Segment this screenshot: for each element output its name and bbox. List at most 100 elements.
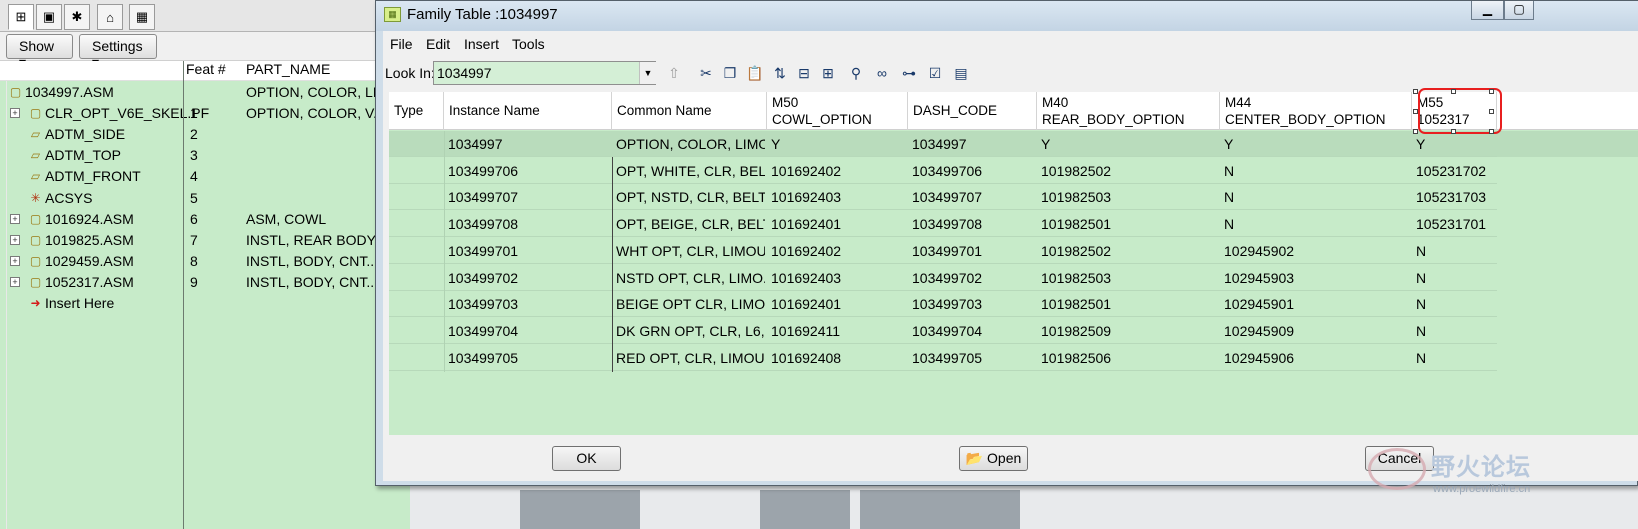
table-cell[interactable]: 101982502 [1041,243,1218,259]
table-cell[interactable]: 103499701 [912,243,1035,259]
resize-handle[interactable] [1489,129,1494,134]
table-cell[interactable]: DK GRN OPT, CLR, L6, ... [616,323,765,339]
table-cell[interactable]: 101692408 [771,350,906,366]
column-header[interactable]: DASH_CODE [908,92,1037,130]
resize-handle[interactable] [1451,89,1456,94]
tree-row[interactable]: + ▢ 1052317.ASM 9 INSTL, BODY, CNT... [0,272,410,293]
chevron-down-icon[interactable]: ▼ [639,62,656,84]
ok-button[interactable]: OK [552,446,621,471]
table-cell[interactable]: N [1416,323,1495,339]
lookin-input[interactable] [433,61,656,85]
table-row[interactable]: 103499708 OPT, BEIGE, CLR, BELT, ... 10169… [389,211,1497,238]
column-header[interactable]: Common Name [612,92,767,130]
table-cell[interactable]: 105231703 [1416,189,1495,205]
table-row[interactable]: 103499704 DK GRN OPT, CLR, L6, ... 1016924… [389,318,1497,344]
copy-icon[interactable]: ❐ [719,63,741,83]
dialog-titlebar[interactable]: ▦ Family Table :1034997 ▁ ▢ [376,1,1638,31]
table-cell[interactable]: NSTD OPT, CLR, LIMO... [616,270,765,286]
table-cell[interactable]: BEIGE OPT CLR, LIMOU... [616,296,765,312]
up-level-icon[interactable]: ⇧ [663,63,685,83]
tree-row[interactable]: ➜ Insert Here [0,293,410,314]
table-cell[interactable]: 103499705 [448,350,610,366]
table-cell[interactable]: 103499706 [912,163,1035,179]
table-cell[interactable]: 101692401 [771,296,906,312]
table-cell[interactable]: 103499704 [448,323,610,339]
expand-icon[interactable]: + [10,276,20,287]
table-row[interactable]: 103499707 OPT, NSTD, CLR, BELT, ... 101692… [389,184,1497,211]
expand-icon[interactable]: + [10,108,20,119]
connections-icon[interactable]: ⌂ [97,4,123,30]
table-cell[interactable]: 103499702 [448,270,610,286]
table-cell[interactable]: OPTION, COLOR, LIMO... [616,136,765,152]
table-cell[interactable]: OPT, BEIGE, CLR, BELT, ... [616,216,765,232]
table-cell[interactable]: N [1416,243,1495,259]
table-cell[interactable]: N [1224,216,1410,232]
tree-row[interactable]: ▱ ADTM_FRONT 4 [0,166,410,187]
tree-row[interactable]: + ▢ CLR_OPT_V6E_SKEL.PF 1 OPTION, COLOR, V..… [0,103,410,124]
table-cell[interactable]: 1034997 [448,136,610,152]
insert-instance-icon[interactable]: ⊟ [793,63,815,83]
table-cell[interactable]: 101982501 [1041,296,1218,312]
table-cell[interactable]: 102945906 [1224,350,1410,366]
cut-icon[interactable]: ✂ [695,63,717,83]
edit-table-icon[interactable]: ▤ [950,63,972,83]
part-name-header[interactable]: PART_NAME [246,61,330,77]
table-cell[interactable]: 101692403 [771,270,906,286]
find-icon[interactable]: ⚲ [845,63,867,83]
table-row[interactable]: 1034997 OPTION, COLOR, LIMO... Y 1034997 Y Y Y [389,131,1497,157]
table-cell[interactable]: 1034997 [912,136,1035,152]
table-cell[interactable]: 102945903 [1224,270,1410,286]
table-cell[interactable]: 101692401 [771,216,906,232]
tree-row[interactable]: + ▢ 1029459.ASM 8 INSTL, BODY, CNT... [0,251,410,272]
maximize-button[interactable]: ▢ [1504,1,1534,20]
table-cell[interactable]: OPT, WHITE, CLR, BELT, ... [616,163,765,179]
table-cell[interactable]: 101692411 [771,323,906,339]
layer-icon[interactable]: ▦ [129,4,155,30]
table-cell[interactable]: N [1416,350,1495,366]
paste-icon[interactable]: 📋 [744,63,766,83]
table-cell[interactable]: N [1416,296,1495,312]
table-cell[interactable]: 101982503 [1041,270,1218,286]
table-cell[interactable]: N [1224,163,1410,179]
table-cell[interactable]: 103499705 [912,350,1035,366]
model-tree-icon[interactable]: ⊞ [8,4,34,30]
settings-menu-button[interactable]: Settings ▾ [79,34,157,70]
table-cell[interactable]: N [1224,189,1410,205]
tree-row[interactable]: ▱ ADTM_SIDE 2 [0,124,410,145]
table-cell[interactable]: 101982502 [1041,163,1218,179]
table-cell[interactable]: 101982501 [1041,216,1218,232]
minimize-button[interactable]: ▁ [1471,1,1504,20]
table-cell[interactable]: 102945909 [1224,323,1410,339]
table-cell[interactable]: 103499708 [912,216,1035,232]
folder-browser-icon[interactable]: ▣ [36,4,62,30]
expand-icon[interactable]: + [10,234,20,245]
table-cell[interactable]: 102945901 [1224,296,1410,312]
table-cell[interactable]: 101692402 [771,163,906,179]
table-row[interactable]: 103499706 OPT, WHITE, CLR, BELT, ... 10169… [389,158,1497,184]
verify-icon[interactable]: ☑ [924,63,946,83]
menu-tools[interactable]: Tools [512,36,545,52]
table-cell[interactable]: 103499703 [912,296,1035,312]
table-cell[interactable]: 103499702 [912,270,1035,286]
table-cell[interactable]: RED OPT, CLR, LIMOUS... [616,350,765,366]
table-row[interactable]: 103499703 BEIGE OPT CLR, LIMOU... 10169240… [389,291,1497,318]
open-button[interactable]: 📂 Open [959,446,1028,471]
table-cell[interactable]: 103499703 [448,296,610,312]
column-header[interactable]: M44 CENTER_BODY_OPTION [1220,92,1412,130]
table-cell[interactable]: 101692402 [771,243,906,259]
instance-tree-icon[interactable]: ⊶ [898,63,920,83]
column-header[interactable]: Instance Name [444,92,612,130]
table-cell[interactable]: Y [771,136,906,152]
tree-row[interactable]: ▢ 1034997.ASM OPTION, COLOR, LI... [0,82,410,103]
table-cell[interactable]: 101982509 [1041,323,1218,339]
feat-number-header[interactable]: Feat # [186,61,226,77]
table-cell[interactable]: 103499706 [448,163,610,179]
table-cell[interactable]: WHT OPT, CLR, LIMOUS... [616,243,765,259]
expand-icon[interactable]: + [10,255,20,266]
table-cell[interactable]: Y [1224,136,1410,152]
table-cell[interactable]: 103499707 [912,189,1035,205]
menu-edit[interactable]: Edit [426,36,450,52]
favorites-icon[interactable]: ✱ [64,4,90,30]
column-header[interactable]: M50 COWL_OPTION [767,92,908,130]
tree-row[interactable]: + ▢ 1016924.ASM 6 ASM, COWL [0,209,410,230]
